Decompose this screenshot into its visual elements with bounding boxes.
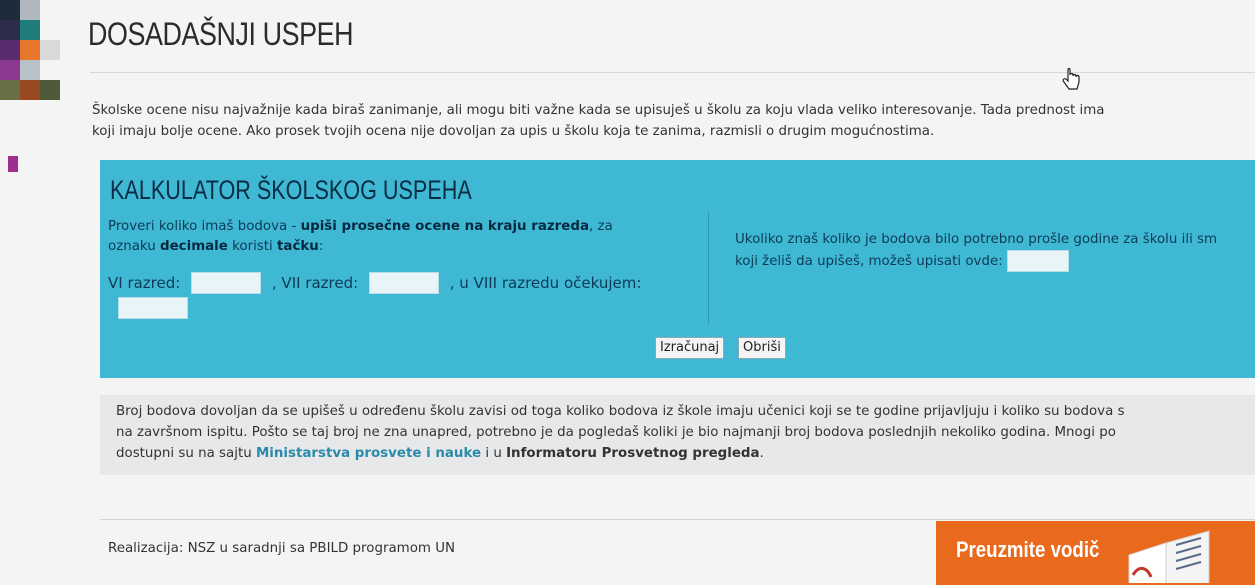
calculator-instructions: Proveri koliko imaš bodova - upiši prose… bbox=[108, 217, 708, 257]
grade-calculator: KALKULATOR ŠKOLSKOG USPEHA Proveri kolik… bbox=[100, 160, 1255, 378]
calculate-button[interactable]: Izračunaj bbox=[655, 337, 725, 359]
info-text: Broj bodova dovoljan da se upišeš u odre… bbox=[116, 401, 1125, 464]
instruction-text: Proveri koliko imaš bodova - bbox=[108, 219, 301, 234]
informator-reference: Informatoru Prosvetnog pregleda bbox=[506, 446, 760, 461]
grade-viii-input[interactable] bbox=[118, 297, 188, 319]
calculator-title: KALKULATOR ŠKOLSKOG USPEHA bbox=[110, 175, 472, 205]
instruction-emphasis: upiši prosečne ocene na kraju razreda bbox=[300, 219, 589, 234]
info-line: i u bbox=[481, 446, 507, 461]
footer-credit: Realizacija: NSZ u saradnji sa PBILD pro… bbox=[108, 541, 456, 556]
instruction-text: : bbox=[318, 239, 324, 254]
instruction-emphasis: tačku bbox=[277, 239, 319, 254]
label-grade-vi: VI razred: bbox=[108, 274, 181, 292]
info-box: Broj bodova dovoljan da se upišeš u odre… bbox=[100, 395, 1255, 475]
download-guide-label: Preuzmite vodič bbox=[956, 537, 1100, 562]
intro-line: koji imaju bolje ocene. Ako prosek tvoji… bbox=[92, 124, 935, 139]
label-grade-vii: , VII razred: bbox=[271, 274, 359, 292]
instruction-emphasis: decimale bbox=[160, 239, 228, 254]
previous-year-text: koji želiš da upišeš, možeš upisati ovde… bbox=[735, 254, 1003, 269]
info-line: . bbox=[759, 446, 764, 461]
instruction-text: oznaku bbox=[108, 239, 160, 254]
previous-year-text: Ukoliko znaš koliko je bodova bilo potre… bbox=[735, 232, 1218, 247]
logo-squares bbox=[0, 0, 60, 130]
calculator-divider bbox=[708, 212, 709, 324]
instruction-text: , za bbox=[588, 219, 613, 234]
previous-points-input[interactable] bbox=[1006, 250, 1069, 272]
grade-inputs-row: VI razred: , VII razred: , u VIII razred… bbox=[108, 272, 641, 294]
ministry-link[interactable]: Ministarstva prosvete i nauke bbox=[256, 446, 481, 461]
clear-button[interactable]: Obriši bbox=[738, 337, 786, 359]
info-line: dostupni su na sajtu bbox=[116, 446, 256, 461]
accent-bar bbox=[8, 156, 18, 172]
download-guide-banner[interactable]: Preuzmite vodič bbox=[936, 521, 1255, 585]
intro-line: Školske ocene nisu najvažnije kada biraš… bbox=[92, 103, 1105, 118]
previous-year-section: Ukoliko znaš koliko je bodova bilo potre… bbox=[735, 230, 1255, 272]
footer-divider bbox=[100, 519, 1255, 520]
info-line: na završnom ispitu. Pošto se taj broj ne… bbox=[116, 425, 1116, 440]
page-title: DOSADAŠNJI USPEH bbox=[88, 16, 354, 52]
hand-cursor-icon bbox=[1062, 68, 1080, 90]
label-grade-viii: , u VIII razredu očekujem: bbox=[449, 274, 642, 292]
grade-vi-input[interactable] bbox=[191, 272, 262, 294]
intro-paragraph: Školske ocene nisu najvažnije kada biraš… bbox=[92, 100, 1255, 142]
instruction-text: koristi bbox=[227, 239, 278, 254]
guide-book-icon bbox=[1128, 530, 1210, 583]
grade-vii-input[interactable] bbox=[368, 272, 439, 294]
info-line: Broj bodova dovoljan da se upišeš u odre… bbox=[116, 404, 1125, 419]
